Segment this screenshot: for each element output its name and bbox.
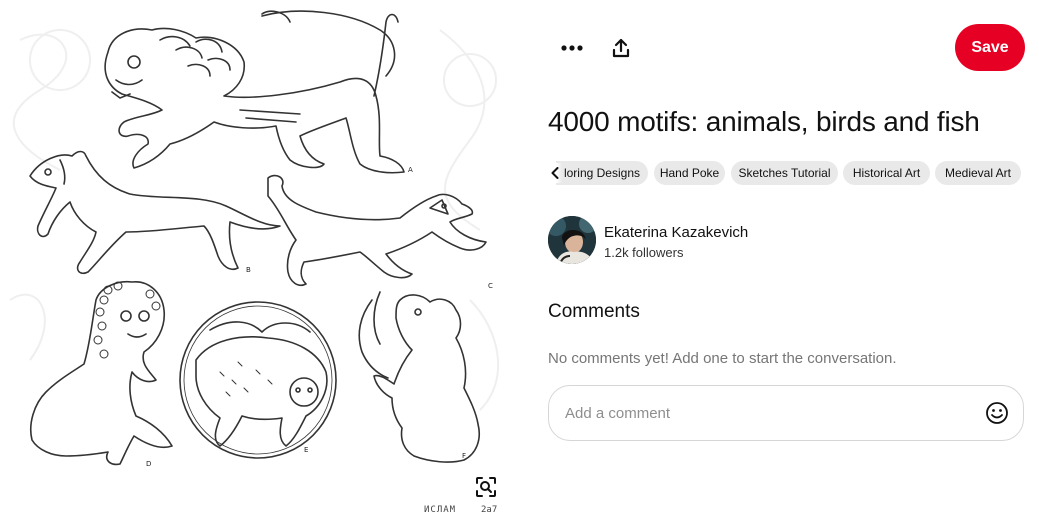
- creator-followers: 1.2k followers: [604, 245, 684, 260]
- avatar[interactable]: [548, 216, 596, 264]
- save-button[interactable]: Save: [955, 24, 1025, 71]
- comment-input[interactable]: [565, 396, 965, 430]
- lens-search-icon: [476, 477, 496, 497]
- svg-text:E: E: [304, 446, 308, 454]
- pin-image[interactable]: A B C D E F ИСЛАМ 2a7: [0, 0, 520, 528]
- share-upload-icon: [612, 38, 630, 58]
- tag-carousel: loring Designs Hand Poke Sketches Tutori…: [548, 161, 1028, 185]
- svg-text:A: A: [408, 166, 413, 174]
- comments-heading: Comments: [548, 301, 640, 322]
- tag-chip[interactable]: Historical Art: [843, 161, 930, 185]
- image-caption-number: 2a7: [481, 505, 498, 515]
- smiley-face-icon: [986, 402, 1008, 424]
- more-options-button[interactable]: [556, 32, 588, 64]
- tag-chip[interactable]: loring Designs: [556, 161, 648, 185]
- creator-profile[interactable]: Ekaterina Kazakevich 1.2k followers: [548, 216, 848, 266]
- tag-chip[interactable]: Sketches Tutorial: [731, 161, 838, 185]
- creator-photo: [548, 216, 596, 264]
- svg-text:B: B: [246, 266, 251, 274]
- visual-search-button[interactable]: [470, 472, 502, 502]
- tag-chip[interactable]: Medieval Art: [935, 161, 1021, 185]
- svg-text:F: F: [462, 452, 466, 460]
- svg-text:C: C: [488, 282, 493, 290]
- emoji-picker-button[interactable]: [985, 401, 1009, 425]
- svg-text:D: D: [146, 460, 151, 468]
- tag-chip[interactable]: Hand Poke: [654, 161, 725, 185]
- medieval-animals-illustration: A B C D E F: [9, 10, 500, 468]
- tags-scroll-left-button[interactable]: [548, 163, 562, 183]
- ellipsis-icon: [561, 45, 583, 51]
- creator-name[interactable]: Ekaterina Kazakevich: [604, 224, 748, 241]
- comment-composer[interactable]: [548, 385, 1024, 441]
- pin-details-panel: Save 4000 motifs: animals, birds and fis…: [520, 0, 1039, 528]
- no-comments-message: No comments yet! Add one to start the co…: [548, 350, 897, 367]
- pin-title: 4000 motifs: animals, birds and fish: [548, 106, 980, 137]
- chevron-left-icon: [551, 167, 559, 179]
- share-button[interactable]: [605, 32, 637, 64]
- image-caption: ИСЛАМ: [424, 505, 457, 515]
